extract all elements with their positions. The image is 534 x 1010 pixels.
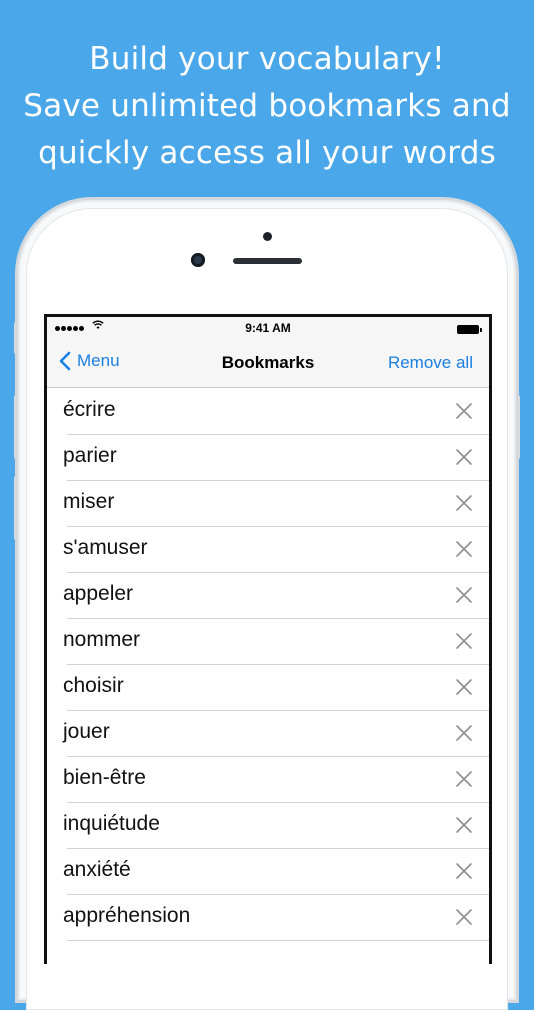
bookmark-word: choisir bbox=[63, 674, 124, 697]
close-icon[interactable] bbox=[453, 814, 475, 836]
close-icon[interactable] bbox=[453, 906, 475, 928]
list-item[interactable]: appréhension bbox=[47, 894, 489, 941]
status-time: 9:41 AM bbox=[245, 321, 291, 335]
promo-headline: Build your vocabulary! Save unlimited bo… bbox=[0, 36, 534, 177]
list-item[interactable]: jouer bbox=[47, 710, 489, 757]
close-icon[interactable] bbox=[453, 538, 475, 560]
list-item[interactable]: bien-être bbox=[47, 756, 489, 803]
bookmark-word: appréhension bbox=[63, 904, 191, 927]
battery-icon bbox=[457, 325, 482, 334]
bookmark-word: parier bbox=[63, 444, 117, 467]
bookmark-word: écrire bbox=[63, 398, 116, 421]
headline-line-2: Save unlimited bookmarks and bbox=[23, 88, 511, 124]
bookmark-word: nommer bbox=[63, 628, 141, 651]
phone-screen: 9:41 AM Menu Bookmarks Remove all écrire… bbox=[44, 314, 492, 964]
close-icon[interactable] bbox=[453, 584, 475, 606]
headline-line-3: quickly access all your words bbox=[38, 135, 496, 171]
bookmark-word: appeler bbox=[63, 582, 134, 605]
list-item[interactable]: parier bbox=[47, 434, 489, 481]
remove-all-button[interactable]: Remove all bbox=[388, 353, 473, 373]
list-item[interactable]: choisir bbox=[47, 664, 489, 711]
bookmark-word: s'amuser bbox=[63, 536, 148, 559]
proximity-sensor bbox=[263, 232, 272, 241]
app-screen: 9:41 AM Menu Bookmarks Remove all écrire… bbox=[47, 317, 489, 964]
list-item[interactable]: écrire bbox=[47, 388, 489, 435]
close-icon[interactable] bbox=[453, 860, 475, 882]
back-button[interactable]: Menu bbox=[59, 351, 120, 371]
back-button-label: Menu bbox=[77, 351, 120, 370]
close-icon[interactable] bbox=[453, 630, 475, 652]
close-icon[interactable] bbox=[453, 768, 475, 790]
close-icon[interactable] bbox=[453, 676, 475, 698]
close-icon[interactable] bbox=[453, 400, 475, 422]
close-icon[interactable] bbox=[453, 722, 475, 744]
headline-line-1: Build your vocabulary! bbox=[89, 41, 445, 77]
list-item[interactable]: nommer bbox=[47, 618, 489, 665]
top-bar: 9:41 AM Menu Bookmarks Remove all bbox=[47, 317, 489, 388]
bookmark-list: écrire parier miser s'amuser appeler nommer ch… bbox=[47, 388, 489, 941]
list-item[interactable]: miser bbox=[47, 480, 489, 527]
bookmark-word: jouer bbox=[63, 720, 110, 743]
bookmark-word: miser bbox=[63, 490, 115, 513]
power-button bbox=[516, 395, 520, 459]
list-item[interactable]: s'amuser bbox=[47, 526, 489, 573]
status-bar: 9:41 AM bbox=[47, 317, 489, 339]
bookmark-word: anxiété bbox=[63, 858, 131, 881]
bookmark-word: inquiétude bbox=[63, 812, 160, 835]
list-item[interactable]: inquiétude bbox=[47, 802, 489, 849]
close-icon[interactable] bbox=[453, 446, 475, 468]
navigation-bar: Menu Bookmarks Remove all bbox=[47, 339, 489, 387]
front-camera-icon bbox=[191, 253, 205, 267]
list-item[interactable]: anxiété bbox=[47, 848, 489, 895]
list-item[interactable]: appeler bbox=[47, 572, 489, 619]
earpiece-speaker bbox=[233, 258, 302, 264]
row-divider bbox=[67, 940, 489, 941]
chevron-left-icon bbox=[59, 351, 71, 371]
bookmark-word: bien-être bbox=[63, 766, 146, 789]
close-icon[interactable] bbox=[453, 492, 475, 514]
